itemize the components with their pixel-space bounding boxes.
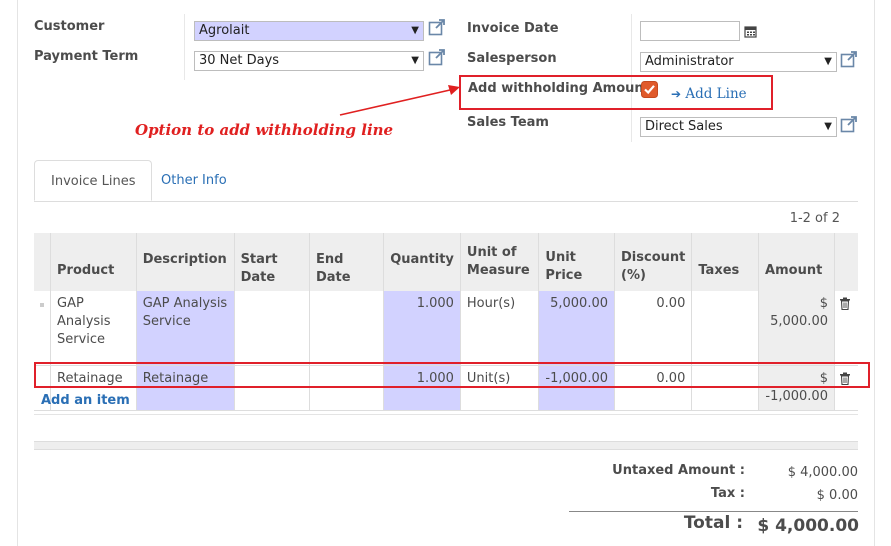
total-value: $ 4,000.00: [757, 516, 859, 536]
column-header[interactable]: Unit Price: [538, 233, 615, 291]
column-header[interactable]: Amount: [758, 233, 835, 291]
payment-term-value: 30 Net Days: [199, 53, 280, 68]
external-link-icon[interactable]: [428, 18, 446, 36]
pager[interactable]: 1-2 of 2: [790, 211, 840, 226]
chevron-down-icon: ▼: [824, 56, 832, 67]
sales-team-select[interactable]: Direct Sales ▼: [640, 117, 837, 137]
table-footer-bar: [34, 441, 858, 450]
salesperson-value: Administrator: [645, 54, 734, 69]
external-link-icon[interactable]: [840, 115, 858, 133]
customer-value: Agrolait: [199, 23, 250, 38]
payment-term-select[interactable]: 30 Net Days ▼: [194, 51, 424, 71]
add-line-label: Add Line: [685, 86, 747, 102]
retainage-highlight-box: [34, 362, 870, 388]
payment-term-label: Payment Term: [34, 49, 139, 64]
customer-select[interactable]: Agrolait ▼: [194, 21, 424, 41]
trash-icon[interactable]: [833, 291, 858, 366]
column-header[interactable]: Taxes: [691, 233, 759, 291]
invoice-date-label: Invoice Date: [467, 21, 559, 36]
invoice-form-sheet: Customer Agrolait ▼ Payment Term 30 Net …: [17, 0, 875, 546]
delete-column-header: [833, 233, 858, 291]
column-header[interactable]: End Date: [308, 233, 384, 291]
external-link-icon[interactable]: [840, 50, 858, 68]
annotation-arrow: [339, 85, 460, 116]
sales-team-label: Sales Team: [467, 115, 549, 130]
chevron-down-icon: ▼: [411, 25, 419, 36]
column-header[interactable]: Discount (%): [613, 233, 692, 291]
salesperson-label: Salesperson: [467, 51, 557, 66]
annotation-text: Option to add withholding line: [135, 121, 394, 139]
handle-column-header: [34, 233, 51, 291]
divider: [569, 511, 858, 512]
sales-team-value: Direct Sales: [645, 119, 723, 134]
cell-start-date[interactable]: [233, 291, 310, 366]
divider: [34, 414, 858, 415]
withholding-label: Add withholding Amount: [468, 81, 650, 96]
cell-taxes[interactable]: [691, 291, 759, 366]
add-an-item-link[interactable]: Add an item: [41, 393, 130, 408]
cell-product[interactable]: GAP Analysis Service: [50, 291, 137, 366]
cell-amount: $ 5,000.00: [758, 291, 835, 366]
arrow-right-icon: ➔: [671, 87, 682, 101]
salesperson-select[interactable]: Administrator ▼: [640, 52, 837, 72]
table-header-row: Product Description Start Date End Date …: [34, 233, 858, 291]
chevron-down-icon: ▼: [411, 55, 419, 66]
table-row[interactable]: GAP Analysis Service GAP Analysis Servic…: [34, 291, 858, 366]
invoice-date-input[interactable]: [640, 21, 740, 41]
column-header[interactable]: Start Date: [233, 233, 310, 291]
column-header[interactable]: Description: [135, 233, 235, 291]
untaxed-amount-label: Untaxed Amount :: [612, 463, 745, 478]
column-header[interactable]: Unit of Measure: [459, 233, 539, 291]
notebook-tabs: Invoice Lines Other Info: [34, 160, 858, 202]
cell-end-date[interactable]: [308, 291, 384, 366]
row-handle[interactable]: [34, 291, 51, 366]
chevron-down-icon: ▼: [824, 121, 832, 132]
customer-label: Customer: [34, 19, 105, 34]
cell-description[interactable]: GAP Analysis Service: [135, 291, 235, 366]
tax-label: Tax :: [710, 486, 745, 501]
tax-value: $ 0.00: [816, 488, 858, 503]
cell-discount[interactable]: 0.00: [613, 291, 692, 366]
column-header[interactable]: Quantity: [383, 233, 461, 291]
cell-quantity[interactable]: 1.000: [383, 291, 461, 366]
add-line-link[interactable]: ➔ Add Line: [671, 86, 747, 102]
tab-other-info[interactable]: Other Info: [145, 160, 243, 201]
tab-invoice-lines[interactable]: Invoice Lines: [34, 160, 153, 201]
untaxed-amount-value: $ 4,000.00: [787, 465, 858, 480]
divider: [184, 14, 185, 80]
cell-unit-price[interactable]: 5,000.00: [538, 291, 615, 366]
cell-uom[interactable]: Hour(s): [459, 291, 539, 366]
external-link-icon[interactable]: [428, 48, 446, 66]
column-header[interactable]: Product: [50, 233, 137, 291]
withholding-checkbox[interactable]: [641, 81, 658, 98]
calendar-icon[interactable]: [744, 25, 757, 38]
